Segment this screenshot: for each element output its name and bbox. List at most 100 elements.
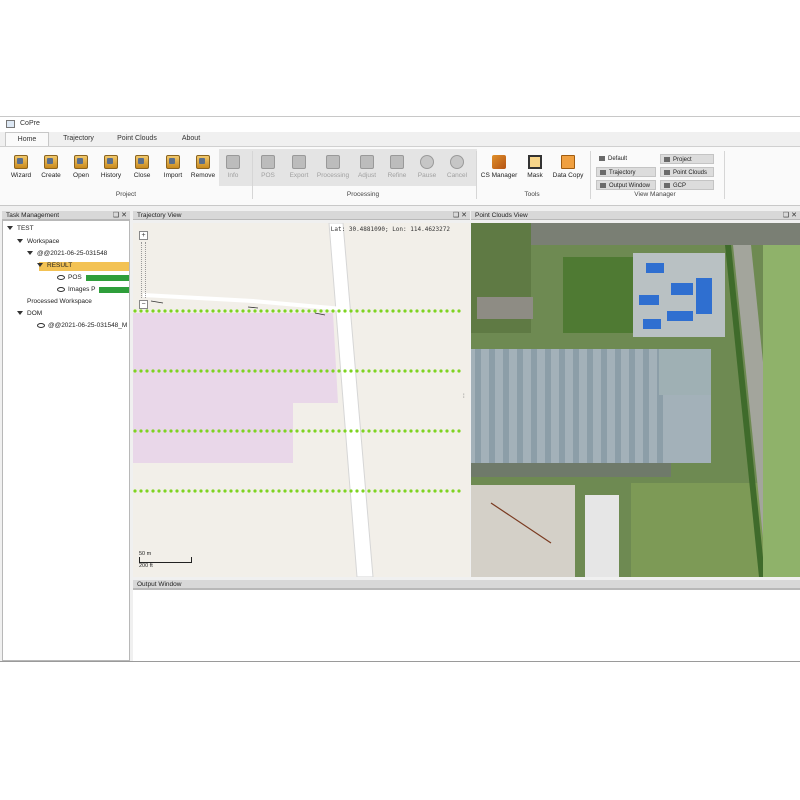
zoom-in-button[interactable]: +: [139, 231, 148, 240]
trajectory-point: [373, 309, 377, 313]
history-button[interactable]: History: [96, 155, 126, 179]
wizard-button[interactable]: Wizard: [6, 155, 36, 179]
adjust-button[interactable]: Adjust: [352, 155, 382, 179]
ribbon: Wizard Create Open History Close Import …: [0, 146, 800, 206]
panel-controls-icon[interactable]: ❑ ✕: [783, 211, 797, 220]
expand-triangle-icon[interactable]: [17, 311, 23, 316]
eye-icon[interactable]: [37, 322, 45, 328]
view-output-window-button[interactable]: Output Window: [596, 180, 656, 190]
trajectory-point: [163, 429, 167, 433]
trajectory-point: [391, 429, 395, 433]
cancel-button[interactable]: Cancel: [442, 155, 472, 179]
pos-button[interactable]: POS: [253, 155, 283, 179]
zoom-track[interactable]: [141, 242, 146, 298]
trajectory-point: [313, 489, 317, 493]
roof-stripe: [559, 349, 565, 463]
roof-stripe: [629, 349, 635, 463]
export-button[interactable]: Export: [284, 155, 314, 179]
tree-node-root[interactable]: TEST: [7, 225, 34, 232]
trajectory-point: [307, 309, 311, 313]
trajectory-point: [379, 429, 383, 433]
trajectory-point: [331, 429, 335, 433]
tree-node-images[interactable]: Images P: [57, 286, 95, 293]
tab-point-clouds[interactable]: Point Clouds: [107, 132, 167, 147]
trajectory-point: [205, 489, 209, 493]
open-label: Open: [73, 172, 89, 179]
trajectory-point: [403, 429, 407, 433]
tree-node-dom-item[interactable]: @@2021-06-25-031548_M: [37, 322, 127, 329]
create-button[interactable]: Create: [36, 155, 66, 179]
trajectory-point: [433, 369, 437, 373]
cs-manager-button[interactable]: CS Manager: [478, 155, 520, 179]
refine-button[interactable]: Refine: [382, 155, 412, 179]
expand-triangle-icon[interactable]: [27, 251, 33, 256]
trajectory-point: [253, 429, 257, 433]
trajectory-point: [169, 309, 173, 313]
trajectory-point: [379, 489, 383, 493]
expand-triangle-icon[interactable]: [7, 226, 13, 231]
export-label: Export: [289, 172, 309, 179]
pos-progress-bar: [86, 275, 129, 281]
tab-home[interactable]: Home: [5, 132, 49, 147]
trajectory-point: [391, 309, 395, 313]
point-clouds-view-title: Point Clouds View: [475, 212, 528, 219]
mask-button[interactable]: Mask: [520, 155, 550, 179]
tree-node-pos[interactable]: POS: [57, 274, 82, 281]
trajectory-point: [247, 489, 251, 493]
open-button[interactable]: Open: [66, 155, 96, 179]
trajectory-point: [133, 369, 137, 373]
tree-processed-label: Processed Workspace: [27, 298, 92, 305]
data-copy-button[interactable]: Data Copy: [550, 155, 586, 179]
tree-node-dom[interactable]: DOM: [17, 310, 42, 317]
close-project-button[interactable]: Close: [127, 155, 157, 179]
trajectory-point: [253, 489, 257, 493]
view-default-button[interactable]: Default: [596, 154, 656, 164]
import-label: Import: [163, 172, 183, 179]
trajectory-point: [259, 309, 263, 313]
trajectory-point: [331, 369, 335, 373]
panel-controls-icon[interactable]: ❑ ✕: [453, 211, 467, 220]
trajectory-point: [175, 369, 179, 373]
images-progress-bar: [99, 287, 129, 293]
trajectory-point: [295, 489, 299, 493]
trajectory-point: [145, 369, 149, 373]
trajectory-point: [259, 369, 263, 373]
eye-icon[interactable]: [57, 286, 65, 292]
tab-about[interactable]: About: [167, 132, 215, 147]
output-window-body[interactable]: [133, 589, 800, 661]
trajectory-point: [229, 369, 233, 373]
point-cloud-viewport[interactable]: [471, 223, 800, 577]
view-point-clouds-button[interactable]: Point Clouds: [660, 167, 714, 177]
pos-progress-fill: [86, 275, 129, 281]
tree-node-result[interactable]: RESULT: [37, 262, 72, 269]
trajectory-point: [361, 309, 365, 313]
import-button[interactable]: Import: [158, 155, 188, 179]
view-trajectory-button[interactable]: Trajectory: [596, 167, 656, 177]
tab-trajectory[interactable]: Trajectory: [50, 132, 107, 147]
view-project-button[interactable]: Project: [660, 154, 714, 164]
group-divider: [724, 151, 725, 199]
trajectory-point: [223, 369, 227, 373]
tree-node-processed[interactable]: Processed Workspace: [27, 298, 92, 305]
trajectory-point: [229, 309, 233, 313]
remove-button[interactable]: Remove: [188, 155, 218, 179]
trajectory-point: [133, 309, 137, 313]
eye-icon[interactable]: [57, 274, 65, 280]
splitter-handle[interactable]: ⁞: [463, 394, 465, 400]
expand-triangle-icon[interactable]: [17, 239, 23, 244]
tree-node-workspace[interactable]: Workspace: [17, 238, 59, 245]
zoom-slider[interactable]: + −: [139, 231, 148, 309]
info-button[interactable]: Info: [218, 155, 248, 179]
trajectory-point: [163, 489, 167, 493]
trajectory-point: [181, 369, 185, 373]
processing-button[interactable]: Processing: [316, 155, 350, 179]
panel-controls-icon[interactable]: ❑ ✕: [113, 211, 127, 220]
trajectory-map[interactable]: Lat: 30.4881090; Lon: 114.4623272 + − 50…: [133, 223, 470, 577]
trajectory-point: [331, 309, 335, 313]
expand-triangle-icon[interactable]: [37, 263, 43, 268]
group-divider: [590, 151, 591, 199]
tree-node-dataset[interactable]: @@2021-06-25-031548: [27, 250, 107, 257]
view-gcp-button[interactable]: GCP: [660, 180, 714, 190]
zoom-out-button[interactable]: −: [139, 300, 148, 309]
pause-button[interactable]: Pause: [412, 155, 442, 179]
